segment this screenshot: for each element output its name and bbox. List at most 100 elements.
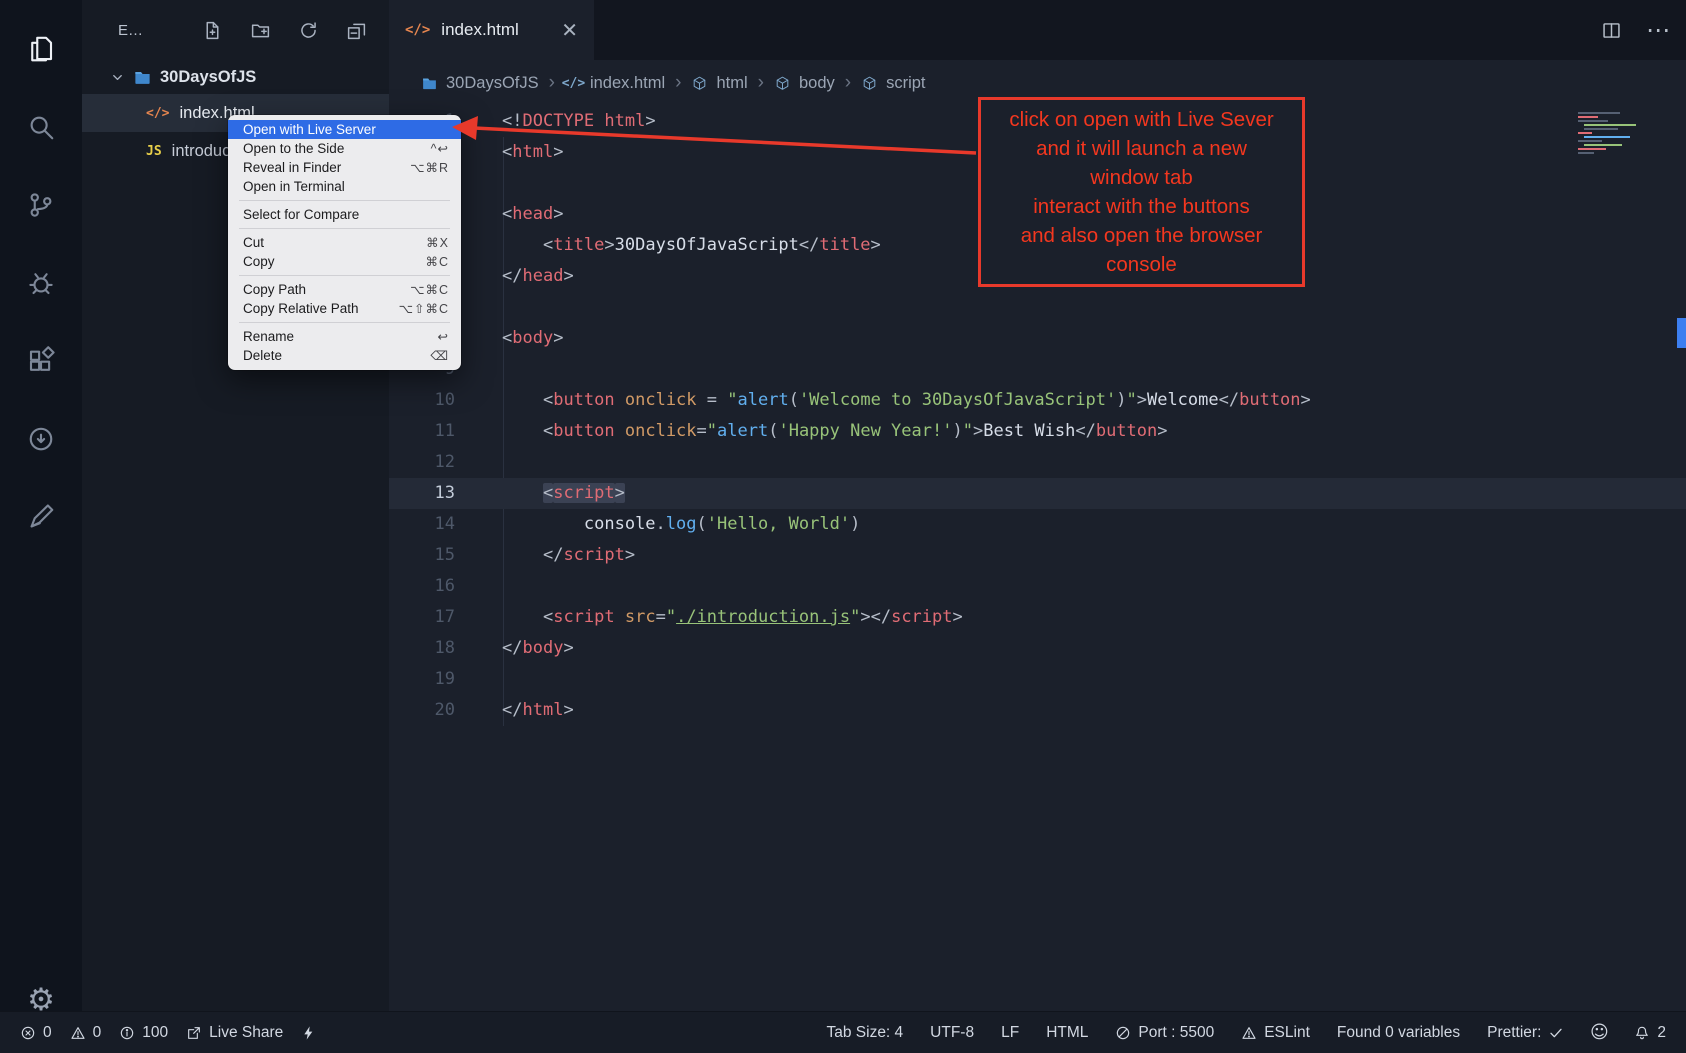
line-number[interactable]: 17 bbox=[389, 602, 455, 633]
live-share-icon bbox=[26, 424, 56, 454]
activity-live-share[interactable] bbox=[0, 400, 82, 478]
code-text: console.log('Hello, World') bbox=[502, 509, 860, 540]
line-number[interactable]: 11 bbox=[389, 416, 455, 447]
feedback-icon bbox=[26, 502, 56, 532]
status-port-5500[interactable]: Port : 5500 bbox=[1115, 1024, 1214, 1042]
status-lf[interactable]: LF bbox=[1001, 1024, 1019, 1042]
menu-separator bbox=[239, 200, 450, 201]
code-text: <title>30DaysOfJavaScript</title> bbox=[502, 230, 881, 261]
activity-bar-top bbox=[0, 10, 82, 556]
js-file-icon: JS bbox=[146, 144, 162, 159]
code-line: 9 bbox=[389, 354, 1686, 385]
menu-item-select-for-compare[interactable]: Select for Compare bbox=[228, 205, 461, 224]
breadcrumb-label: script bbox=[886, 74, 925, 93]
error-icon bbox=[20, 1025, 36, 1041]
activity-run-and-debug[interactable] bbox=[0, 244, 82, 322]
new-file-button[interactable] bbox=[202, 20, 223, 41]
menu-item-shortcut: ^↩ bbox=[431, 141, 449, 156]
menu-item-delete[interactable]: Delete⌫ bbox=[228, 346, 461, 365]
menu-item-copy-relative-path[interactable]: Copy Relative Path⌥⇧⌘C bbox=[228, 299, 461, 318]
menu-item-copy-path[interactable]: Copy Path ⌥⌘C bbox=[228, 280, 461, 299]
line-number[interactable]: 15 bbox=[389, 540, 455, 571]
minimap[interactable] bbox=[1578, 110, 1670, 156]
line-number[interactable]: 18 bbox=[389, 633, 455, 664]
breadcrumb-body[interactable]: body bbox=[774, 74, 835, 93]
activity-extensions[interactable] bbox=[0, 322, 82, 400]
annotation-line: and it will launch a new bbox=[983, 134, 1300, 163]
activity-source-control[interactable] bbox=[0, 166, 82, 244]
symbol-cube-icon bbox=[861, 75, 878, 92]
more-actions-icon[interactable]: ⋯ bbox=[1646, 16, 1670, 44]
explorer-actions bbox=[202, 20, 367, 41]
status-label: Live Share bbox=[209, 1024, 283, 1042]
breadcrumb-label: html bbox=[716, 74, 747, 93]
extensions-icon bbox=[26, 346, 56, 376]
code-line: 16 bbox=[389, 571, 1686, 602]
status-eslint[interactable]: ESLint bbox=[1241, 1024, 1310, 1042]
menu-item-open-with-live-server[interactable]: Open with Live Server bbox=[228, 120, 461, 139]
status-0[interactable]: 0 bbox=[70, 1024, 102, 1042]
status-prettier[interactable]: Prettier: bbox=[1487, 1024, 1564, 1042]
status-0[interactable]: 0 bbox=[20, 1024, 52, 1042]
line-number[interactable]: 14 bbox=[389, 509, 455, 540]
new-folder-button[interactable] bbox=[250, 20, 271, 41]
tab-index-html[interactable]: </> index.html ✕ bbox=[389, 0, 594, 60]
menu-item-open-to-the-side[interactable]: Open to the Side ^↩ bbox=[228, 139, 461, 158]
activity-explorer[interactable] bbox=[0, 10, 82, 88]
status-utf-8[interactable]: UTF-8 bbox=[930, 1024, 974, 1042]
status-found-0-variables[interactable]: Found 0 variables bbox=[1337, 1024, 1460, 1042]
breadcrumb-index-html[interactable]: </>index.html bbox=[565, 74, 665, 93]
close-icon[interactable]: ✕ bbox=[561, 18, 578, 43]
status-label: 0 bbox=[93, 1024, 102, 1042]
menu-separator bbox=[239, 275, 450, 276]
symbol-cube-icon bbox=[774, 75, 791, 92]
line-number[interactable]: 13 bbox=[389, 478, 455, 509]
line-number[interactable]: 16 bbox=[389, 571, 455, 602]
tree-root-30daysofjs[interactable]: 30DaysOfJS bbox=[82, 60, 389, 94]
status-label: Tab Size: 4 bbox=[826, 1024, 903, 1042]
code-line: 10 <button onclick = "alert('Welcome to … bbox=[389, 385, 1686, 416]
menu-item-label: Copy Path bbox=[243, 282, 306, 297]
status-2[interactable]: 2 bbox=[1634, 1024, 1666, 1042]
activity-feedback[interactable] bbox=[0, 478, 82, 556]
menu-item-label: Rename bbox=[243, 329, 294, 344]
refresh-button[interactable] bbox=[298, 20, 319, 41]
menu-item-reveal-in-finder[interactable]: Reveal in Finder⌥⌘R bbox=[228, 158, 461, 177]
breadcrumb-30daysofjs[interactable]: 30DaysOfJS bbox=[421, 74, 539, 93]
status-html[interactable]: HTML bbox=[1046, 1024, 1088, 1042]
status-label: Port : 5500 bbox=[1138, 1024, 1214, 1042]
activity-search[interactable] bbox=[0, 88, 82, 166]
menu-item-copy[interactable]: Copy⌘C bbox=[228, 252, 461, 271]
code-text: </body> bbox=[502, 633, 574, 664]
line-number[interactable]: 12 bbox=[389, 447, 455, 478]
line-number[interactable]: 10 bbox=[389, 385, 455, 416]
breadcrumb-script[interactable]: script bbox=[861, 74, 925, 93]
line-number[interactable]: 19 bbox=[389, 664, 455, 695]
bell-icon bbox=[1634, 1025, 1650, 1041]
breadcrumb-html[interactable]: html bbox=[691, 74, 747, 93]
warning-icon bbox=[1241, 1025, 1257, 1041]
status-label: UTF-8 bbox=[930, 1024, 974, 1042]
collapse-all-button[interactable] bbox=[346, 20, 367, 41]
status-bar-left: 0 0 100 Live Share bbox=[20, 1024, 317, 1042]
menu-item-open-in-terminal[interactable]: Open in Terminal bbox=[228, 177, 461, 196]
code-line: 7 bbox=[389, 292, 1686, 323]
menu-item-label: Open to the Side bbox=[243, 141, 344, 156]
breadcrumb-separator: › bbox=[549, 72, 555, 94]
split-editor-icon[interactable] bbox=[1601, 20, 1622, 41]
status-live-share[interactable]: Live Share bbox=[186, 1024, 283, 1042]
menu-item-rename[interactable]: Rename↩ bbox=[228, 327, 461, 346]
status-smiley-icon[interactable]: ☺ bbox=[1591, 1025, 1607, 1041]
status-label: 0 bbox=[43, 1024, 52, 1042]
explorer-title: E… bbox=[118, 22, 143, 39]
files-icon bbox=[26, 34, 56, 64]
menu-separator bbox=[239, 228, 450, 229]
line-number[interactable]: 20 bbox=[389, 695, 455, 726]
status-tab-size-4[interactable]: Tab Size: 4 bbox=[826, 1024, 903, 1042]
status-bar: 0 0 100 Live Share Tab Size: 4 UTF-8 LF HTML Po… bbox=[0, 1011, 1686, 1053]
code-text: </head> bbox=[502, 261, 574, 292]
status-bolt-icon[interactable] bbox=[301, 1025, 317, 1041]
status-100[interactable]: 100 bbox=[119, 1024, 168, 1042]
menu-item-cut[interactable]: Cut⌘X bbox=[228, 233, 461, 252]
menu-item-shortcut: ⌥⌘C bbox=[410, 282, 449, 297]
